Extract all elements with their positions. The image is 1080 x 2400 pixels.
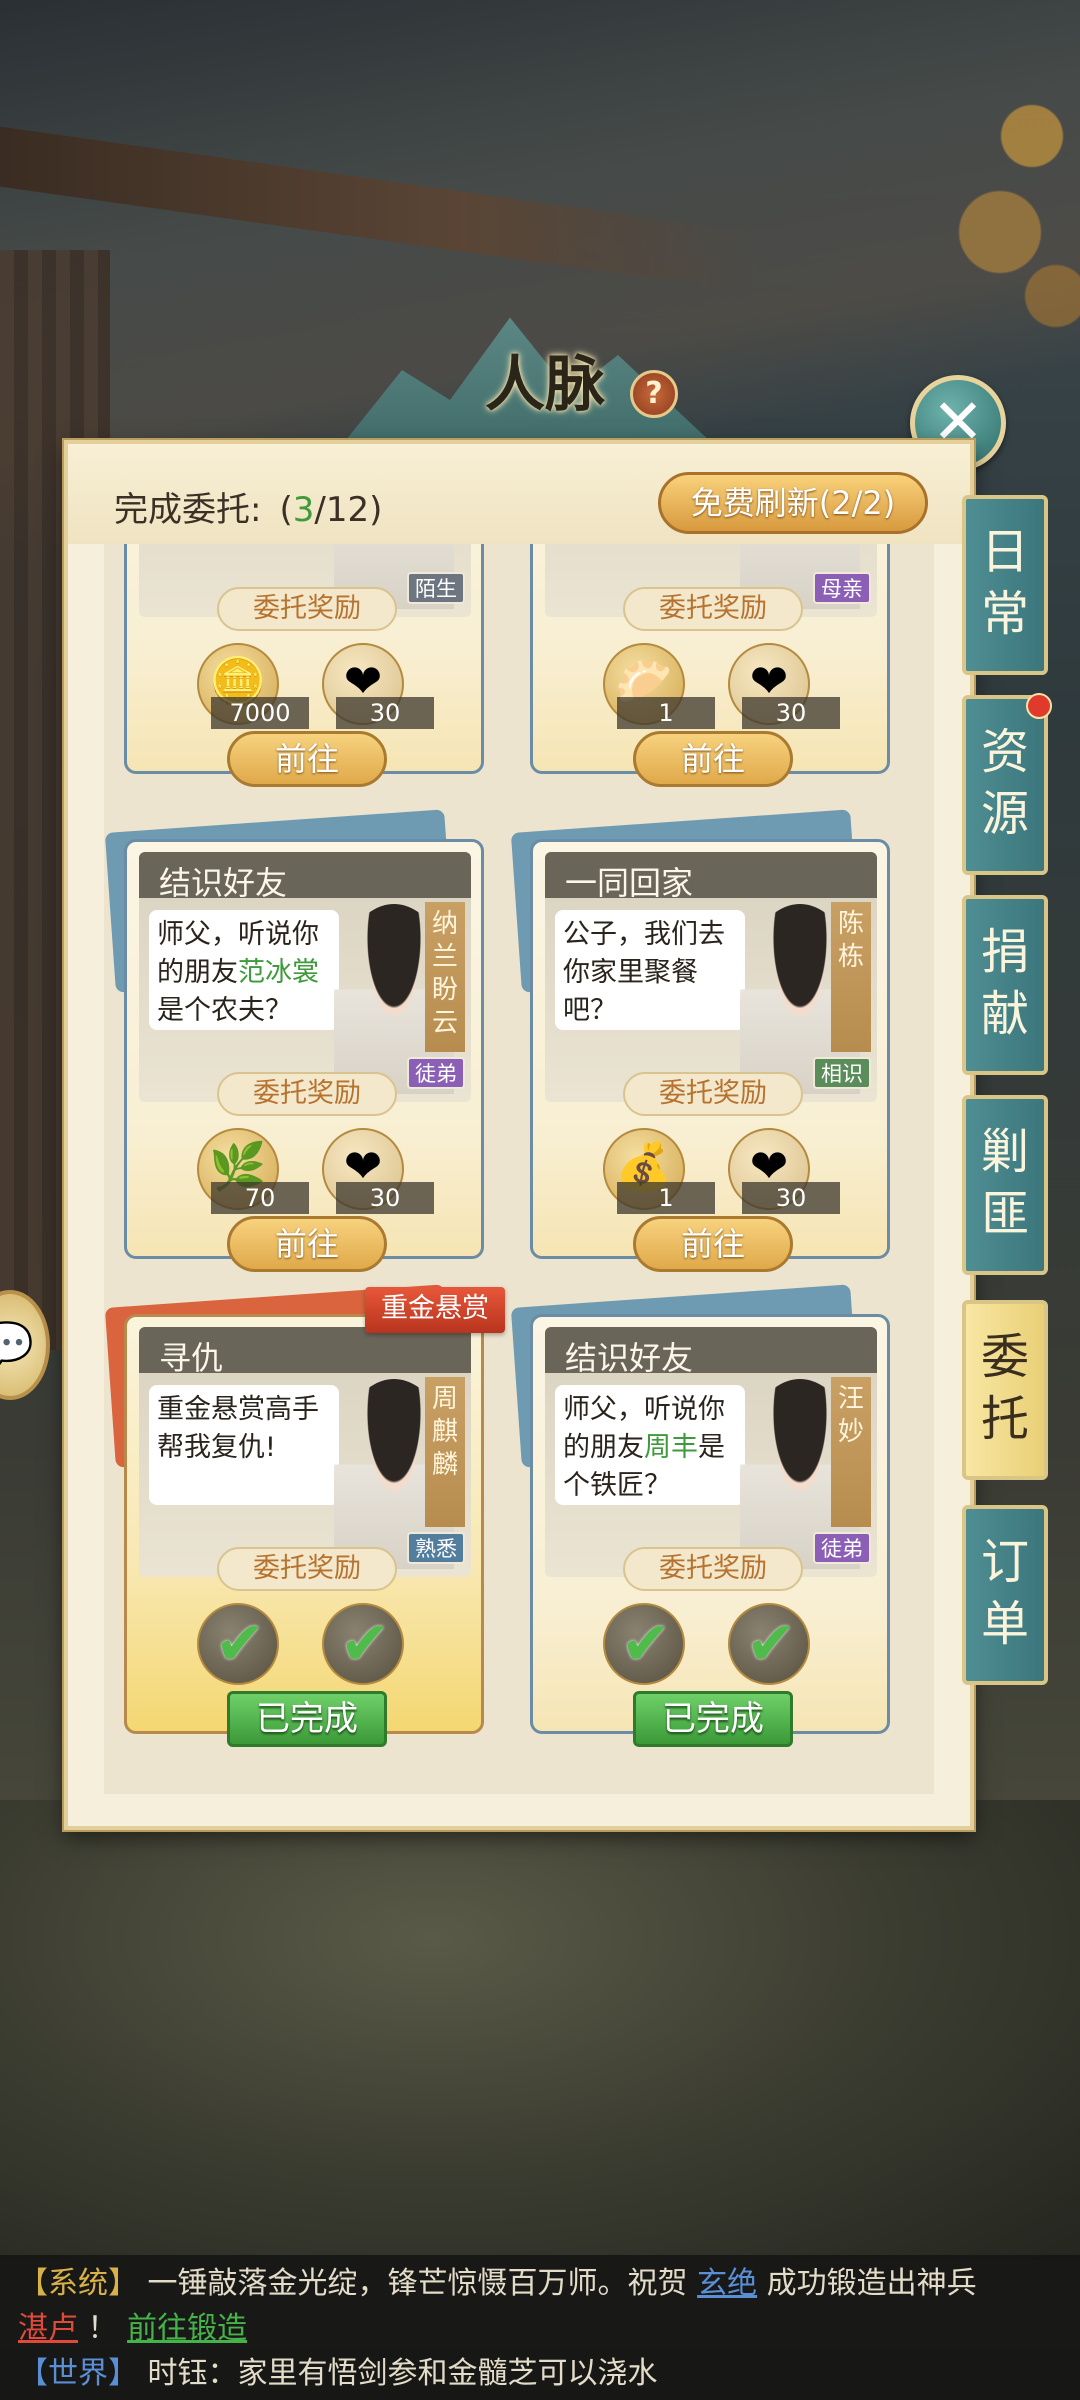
tab-resources[interactable]: 资源 — [962, 693, 1052, 875]
check-icon: ✔ — [339, 1609, 391, 1679]
page-title: 人脉 — [485, 350, 605, 420]
heart-icon[interactable]: ❤ 30 — [322, 643, 434, 729]
speech-bubble: 师父，听说你的朋友周丰是个铁匠？ — [555, 1385, 745, 1505]
background-ground — [0, 1800, 1080, 2260]
weapon-link[interactable]: 湛卢 — [18, 2311, 78, 2346]
reward-label: 委托奖励 — [217, 1547, 397, 1591]
tab-donate[interactable]: 捐献 — [962, 895, 1048, 1075]
character-name: 周麒麟 — [425, 1377, 465, 1527]
item-count: 1 — [617, 697, 715, 729]
go-button[interactable]: 前往 — [633, 1216, 793, 1272]
relation-badge: 徒弟 — [813, 1532, 871, 1564]
tab-bandits[interactable]: 剿匪 — [962, 1095, 1048, 1275]
character-name: 汪妙 — [831, 1377, 871, 1527]
commission-list[interactable]: 陌生 委托奖励 🪙 7000 ❤ 30 前往 母亲 委托奖励 🥟 1 ❤ 30 … — [104, 544, 934, 1794]
relation-badge: 母亲 — [813, 572, 871, 604]
heart-icon[interactable]: ❤ 30 — [322, 1128, 434, 1214]
reward-label: 委托奖励 — [623, 1547, 803, 1591]
heart-icon[interactable]: ✔ — [322, 1603, 404, 1685]
item-count: 30 — [336, 1182, 434, 1214]
item-icon[interactable]: ✔ — [197, 1603, 279, 1685]
check-icon: ✔ — [745, 1609, 797, 1679]
chat-line-system-cont: 湛卢 ！ 前往锻造 — [18, 2311, 248, 2346]
progress-done: 3 — [292, 490, 315, 530]
item-count: 70 — [211, 1182, 309, 1214]
bounty-ribbon: 重金悬赏 — [365, 1287, 505, 1333]
help-icon[interactable]: ? — [630, 370, 678, 418]
chat-line-world: 【世界】 时钰：家里有悟剑参和金髓芝可以浇水 — [18, 2356, 658, 2391]
channel-tag: 【世界】 — [18, 2356, 138, 2391]
progress-total: /12 — [314, 490, 370, 530]
money-bag-icon[interactable]: 💰 1 — [603, 1128, 715, 1214]
forge-link[interactable]: 前往锻造 — [127, 2311, 247, 2346]
coins-icon[interactable]: 🪙 7000 — [197, 643, 309, 729]
go-button[interactable]: 前往 — [227, 731, 387, 787]
reward-label: 委托奖励 — [623, 1072, 803, 1116]
chat-line-system: 【系统】 一锤敲落金光绽，锋芒惊慑百万师。祝贺 玄绝 成功锻造出神兵 — [18, 2266, 977, 2301]
item-count: 30 — [336, 697, 434, 729]
relation-badge: 徒弟 — [407, 1057, 465, 1089]
tab-commission[interactable]: 委托 — [962, 1300, 1048, 1480]
heart-icon[interactable]: ❤ 30 — [728, 1128, 840, 1214]
go-button[interactable]: 前往 — [633, 731, 793, 787]
speech-bubble: 师父，听说你的朋友范冰裳是个农夫？ — [149, 910, 339, 1030]
progress-label: 完成委托: — [114, 490, 262, 530]
reward-label: 委托奖励 — [217, 1072, 397, 1116]
commission-title: 结识好友 — [159, 864, 288, 902]
tab-daily[interactable]: 日常 — [962, 495, 1048, 675]
item-count: 30 — [742, 1182, 840, 1214]
relation-badge: 熟悉 — [407, 1532, 465, 1564]
speech-bubble: 重金悬赏高手帮我复仇! — [149, 1385, 339, 1505]
heart-icon[interactable]: ❤ 30 — [728, 643, 840, 729]
herb-icon[interactable]: 🌿 70 — [197, 1128, 309, 1214]
item-count: 30 — [742, 697, 840, 729]
chat-feed[interactable]: 【系统】 一锤敲落金光绽，锋芒惊慑百万师。祝贺 玄绝 成功锻造出神兵 湛卢 ！ … — [0, 2255, 1080, 2400]
background-leaves — [920, 40, 1080, 360]
progress-close: ) — [369, 490, 383, 530]
item-count: 1 — [617, 1182, 715, 1214]
commission-title: 寻仇 — [159, 1339, 224, 1377]
heart-icon[interactable]: ✔ — [728, 1603, 810, 1685]
completed-button[interactable]: 已完成 — [633, 1691, 793, 1747]
panel-header: 完成委托: (3/12) 免费刷新(2/2) — [68, 444, 970, 544]
reward-label: 委托奖励 — [623, 587, 803, 631]
reward-label: 委托奖励 — [217, 587, 397, 631]
relation-badge: 陌生 — [407, 572, 465, 604]
player-link[interactable]: 玄绝 — [697, 2266, 757, 2301]
sack-icon[interactable]: ✔ — [603, 1603, 685, 1685]
character-name: 陈栋 — [831, 902, 871, 1052]
go-button[interactable]: 前往 — [227, 1216, 387, 1272]
dumplings-icon[interactable]: 🥟 1 — [603, 643, 715, 729]
completed-button[interactable]: 已完成 — [227, 1691, 387, 1747]
channel-tag: 【系统】 — [18, 2266, 138, 2301]
highlight-name: 范冰裳 — [238, 957, 319, 988]
speech-bubble: 公子，我们去你家里聚餐吧？ — [555, 910, 745, 1030]
character-name: 纳兰盼云 — [425, 902, 465, 1052]
commission-progress: 完成委托: (3/12) — [114, 482, 382, 531]
relation-badge: 相识 — [813, 1057, 871, 1089]
notification-dot — [1026, 693, 1052, 719]
contacts-panel: 完成委托: (3/12) 免费刷新(2/2) 陌生 委托奖励 🪙 7000 ❤ 3… — [64, 440, 974, 1830]
free-refresh-button[interactable]: 免费刷新(2/2) — [658, 472, 928, 534]
progress-open: ( — [279, 490, 293, 530]
check-icon: ✔ — [620, 1609, 672, 1679]
check-icon: ✔ — [214, 1609, 266, 1679]
highlight-name: 周丰 — [644, 1432, 698, 1463]
commission-title: 结识好友 — [565, 1339, 694, 1377]
tab-orders[interactable]: 订单 — [962, 1505, 1048, 1685]
commission-title: 一同回家 — [565, 864, 694, 902]
item-count: 7000 — [211, 697, 309, 729]
